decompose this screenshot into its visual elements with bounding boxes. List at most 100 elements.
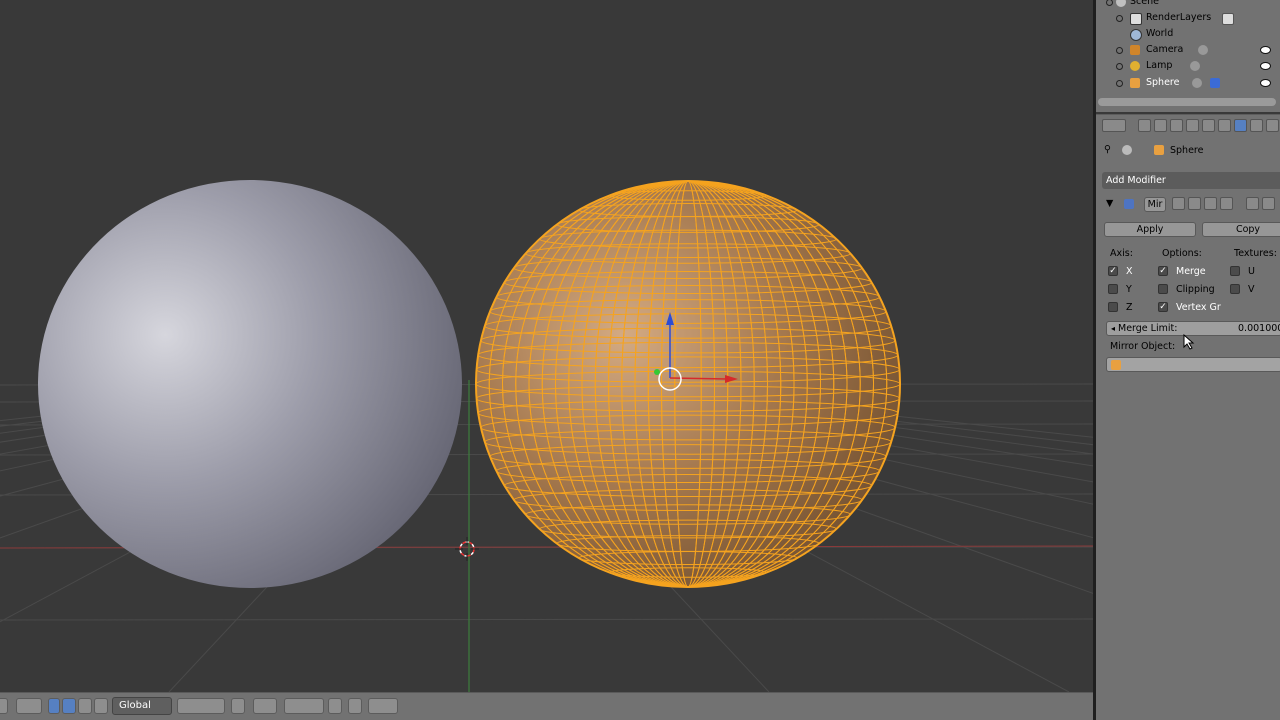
- outliner-scrollbar[interactable]: [1098, 98, 1276, 106]
- data-tab[interactable]: [1250, 119, 1263, 132]
- merge-label: Merge: [1176, 266, 1206, 277]
- object-tab[interactable]: [1202, 119, 1215, 132]
- grey-sphere[interactable]: [38, 180, 462, 588]
- mesh-icon: [1130, 78, 1140, 88]
- object-icon: [1111, 360, 1121, 370]
- camera-data-icon: [1198, 45, 1208, 55]
- rotate-manipulator-button[interactable]: [78, 698, 92, 714]
- visibility-eye-icon[interactable]: [1260, 62, 1271, 70]
- vertex-groups-label: Vertex Gr: [1176, 302, 1221, 313]
- modifier-name-field[interactable]: Mir: [1144, 197, 1166, 212]
- axis-x-label: X: [1126, 266, 1133, 277]
- 3d-viewport[interactable]: [0, 0, 1093, 692]
- cage-toggle-icon[interactable]: [1220, 197, 1233, 210]
- selected-sphere[interactable]: [475, 180, 901, 588]
- expand-icon[interactable]: [1116, 47, 1123, 54]
- scale-manipulator-button[interactable]: [94, 698, 108, 714]
- editmode-toggle-icon[interactable]: [1204, 197, 1217, 210]
- copy-label: Copy: [1235, 224, 1261, 235]
- clipping-label: Clipping: [1176, 284, 1215, 295]
- decrement-arrow-icon[interactable]: ◂: [1111, 322, 1115, 335]
- axis-y-checkbox[interactable]: [1108, 284, 1118, 294]
- outliner: Scene RenderLayers World Camera Lamp Sph…: [1096, 0, 1280, 112]
- mirror-object-field[interactable]: [1106, 357, 1280, 372]
- merge-limit-value: 0.001000: [1238, 323, 1280, 334]
- copy-button[interactable]: Copy: [1202, 222, 1280, 237]
- clipping-checkbox[interactable]: [1158, 284, 1168, 294]
- editor-type-button[interactable]: [1102, 119, 1126, 132]
- expand-icon[interactable]: [1116, 15, 1123, 22]
- visibility-eye-icon[interactable]: [1260, 79, 1271, 87]
- outliner-item-label: World: [1146, 28, 1174, 39]
- proportional-edit-button[interactable]: [231, 698, 245, 714]
- constraints-tab[interactable]: [1218, 119, 1231, 132]
- merge-checkbox[interactable]: ✓: [1158, 266, 1168, 276]
- outliner-item-label: Sphere: [1146, 77, 1180, 88]
- wrench-icon: [1210, 78, 1220, 88]
- axis-y-label: Y: [1126, 284, 1132, 295]
- apply-button[interactable]: Apply: [1104, 222, 1196, 237]
- viewport-header: Global: [0, 692, 1093, 720]
- snap-buttons[interactable]: [284, 698, 324, 714]
- render-toggle-icon[interactable]: [1172, 197, 1185, 210]
- textures-label: Textures:: [1234, 248, 1277, 259]
- material-tab[interactable]: [1266, 119, 1279, 132]
- apply-label: Apply: [1136, 224, 1164, 235]
- transform-orientation-select[interactable]: Global: [112, 697, 172, 715]
- expand-icon[interactable]: [1106, 0, 1113, 6]
- render-layer-icon: [1222, 13, 1234, 25]
- render-layers-tab[interactable]: [1154, 119, 1167, 132]
- axis-x-checkbox[interactable]: ✓: [1108, 266, 1118, 276]
- outliner-item-world[interactable]: World: [1096, 26, 1280, 42]
- move-up-icon[interactable]: [1246, 197, 1259, 210]
- mirror-modifier-icon: [1124, 199, 1134, 209]
- world-tab[interactable]: [1186, 119, 1199, 132]
- scene-icon: [1116, 0, 1126, 7]
- pivot-point-button[interactable]: [16, 698, 42, 714]
- pin-icon[interactable]: ⚲: [1104, 144, 1111, 155]
- expand-icon[interactable]: [1116, 63, 1123, 70]
- render-layers-icon: [1130, 13, 1142, 25]
- render-buttons[interactable]: [368, 698, 398, 714]
- outliner-item-label: Scene: [1130, 0, 1159, 7]
- occlude-button[interactable]: [328, 698, 342, 714]
- translate-manipulator-button[interactable]: [62, 698, 76, 714]
- axis-z-label: Z: [1126, 302, 1133, 313]
- texture-u-label: U: [1248, 266, 1255, 277]
- manipulator-toggle[interactable]: [48, 698, 60, 714]
- outliner-item-scene[interactable]: Scene: [1096, 0, 1280, 10]
- texture-v-checkbox[interactable]: [1230, 284, 1240, 294]
- add-modifier-button[interactable]: Add Modifier: [1102, 172, 1280, 189]
- outliner-item-camera[interactable]: Camera: [1096, 42, 1280, 58]
- axis-label: Axis:: [1110, 248, 1133, 259]
- outliner-item-label: Camera: [1146, 44, 1184, 55]
- render-tab[interactable]: [1138, 119, 1151, 132]
- layer-buttons[interactable]: [177, 698, 225, 714]
- viewport-canvas[interactable]: [0, 0, 1093, 692]
- properties-header: [1096, 114, 1280, 137]
- breadcrumb-object: Sphere: [1170, 145, 1204, 156]
- axis-z-checkbox[interactable]: [1108, 302, 1118, 312]
- move-down-icon[interactable]: [1262, 197, 1275, 210]
- 3d-cursor[interactable]: [455, 537, 479, 561]
- outliner-item-sphere[interactable]: Sphere: [1096, 75, 1280, 91]
- vertex-groups-checkbox[interactable]: ✓: [1158, 302, 1168, 312]
- mesh-icon: [1154, 145, 1164, 155]
- properties-panel: ⚲ Sphere Add Modifier ▼ Mir Apply Copy A…: [1096, 136, 1280, 720]
- modifier-name: Mir: [1147, 199, 1163, 210]
- add-modifier-label: Add Modifier: [1106, 175, 1166, 186]
- visibility-eye-icon[interactable]: [1260, 46, 1271, 54]
- collapse-icon[interactable]: ▼: [1106, 198, 1113, 209]
- visibility-toggle-icon[interactable]: [1188, 197, 1201, 210]
- texture-u-checkbox[interactable]: [1230, 266, 1240, 276]
- outliner-item-renderlayers[interactable]: RenderLayers: [1096, 10, 1280, 26]
- editor-type-button[interactable]: [0, 698, 8, 714]
- scene-tab[interactable]: [1170, 119, 1183, 132]
- outliner-item-lamp[interactable]: Lamp: [1096, 58, 1280, 74]
- snap-target-button[interactable]: [348, 698, 362, 714]
- mouse-cursor: [1183, 334, 1195, 350]
- shading-button[interactable]: [253, 698, 277, 714]
- orientation-label: Global: [119, 700, 151, 711]
- expand-icon[interactable]: [1116, 80, 1123, 87]
- modifiers-tab[interactable]: [1234, 119, 1247, 132]
